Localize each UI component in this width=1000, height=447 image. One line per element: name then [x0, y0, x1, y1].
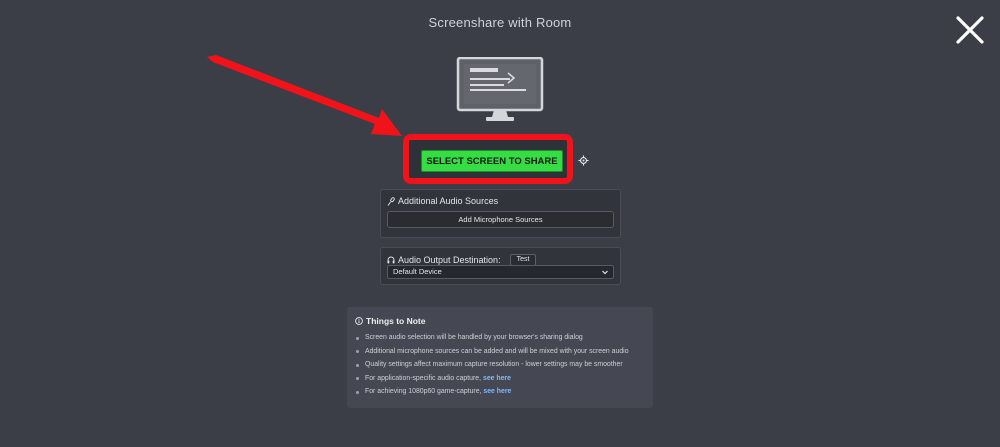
list-item: Quality settings affect maximum capture …: [355, 358, 651, 372]
chevron-down-icon: [602, 270, 608, 275]
list-item: For application-specific audio capture, …: [355, 372, 651, 386]
page-title: Screenshare with Room: [428, 15, 572, 30]
close-button[interactable]: [952, 12, 988, 48]
things-to-note-heading-text: Things to Note: [366, 316, 426, 326]
things-to-note-heading: Things to Note: [355, 316, 426, 326]
additional-audio-panel: Additional Audio Sources Add Microphone …: [380, 189, 621, 238]
audio-output-heading-text: Audio Output Destination:: [398, 255, 501, 265]
microphone-icon: [387, 196, 395, 206]
game-capture-see-here-link[interactable]: see here: [483, 388, 511, 395]
audio-output-selected-value: Default Device: [393, 267, 442, 276]
monitor-icon: [456, 57, 544, 121]
add-microphone-button[interactable]: Add Microphone Sources: [387, 211, 614, 228]
audio-output-panel: Audio Output Destination: Test Default D…: [380, 247, 621, 285]
additional-audio-heading: Additional Audio Sources: [387, 196, 498, 206]
app-audio-see-here-link[interactable]: see here: [483, 375, 511, 382]
headphones-icon: [387, 256, 395, 264]
list-item: For achieving 1080p60 game-capture, see …: [355, 385, 651, 399]
list-item: Additional microphone sources can be add…: [355, 345, 651, 359]
audio-output-select[interactable]: Default Device: [387, 265, 614, 279]
additional-audio-heading-text: Additional Audio Sources: [398, 196, 499, 206]
close-icon: [956, 16, 984, 44]
screenshare-dialog: Screenshare with Room SELECT SCREEN TO S…: [0, 0, 1000, 447]
select-screen-button[interactable]: SELECT SCREEN TO SHARE: [421, 150, 563, 172]
list-item: Screen audio selection will be handled b…: [355, 331, 651, 345]
notes-list: Screen audio selection will be handled b…: [355, 331, 651, 399]
info-icon: [355, 317, 363, 325]
settings-icon[interactable]: [578, 155, 589, 166]
things-to-note-panel: Things to Note Screen audio selection wi…: [347, 307, 653, 408]
